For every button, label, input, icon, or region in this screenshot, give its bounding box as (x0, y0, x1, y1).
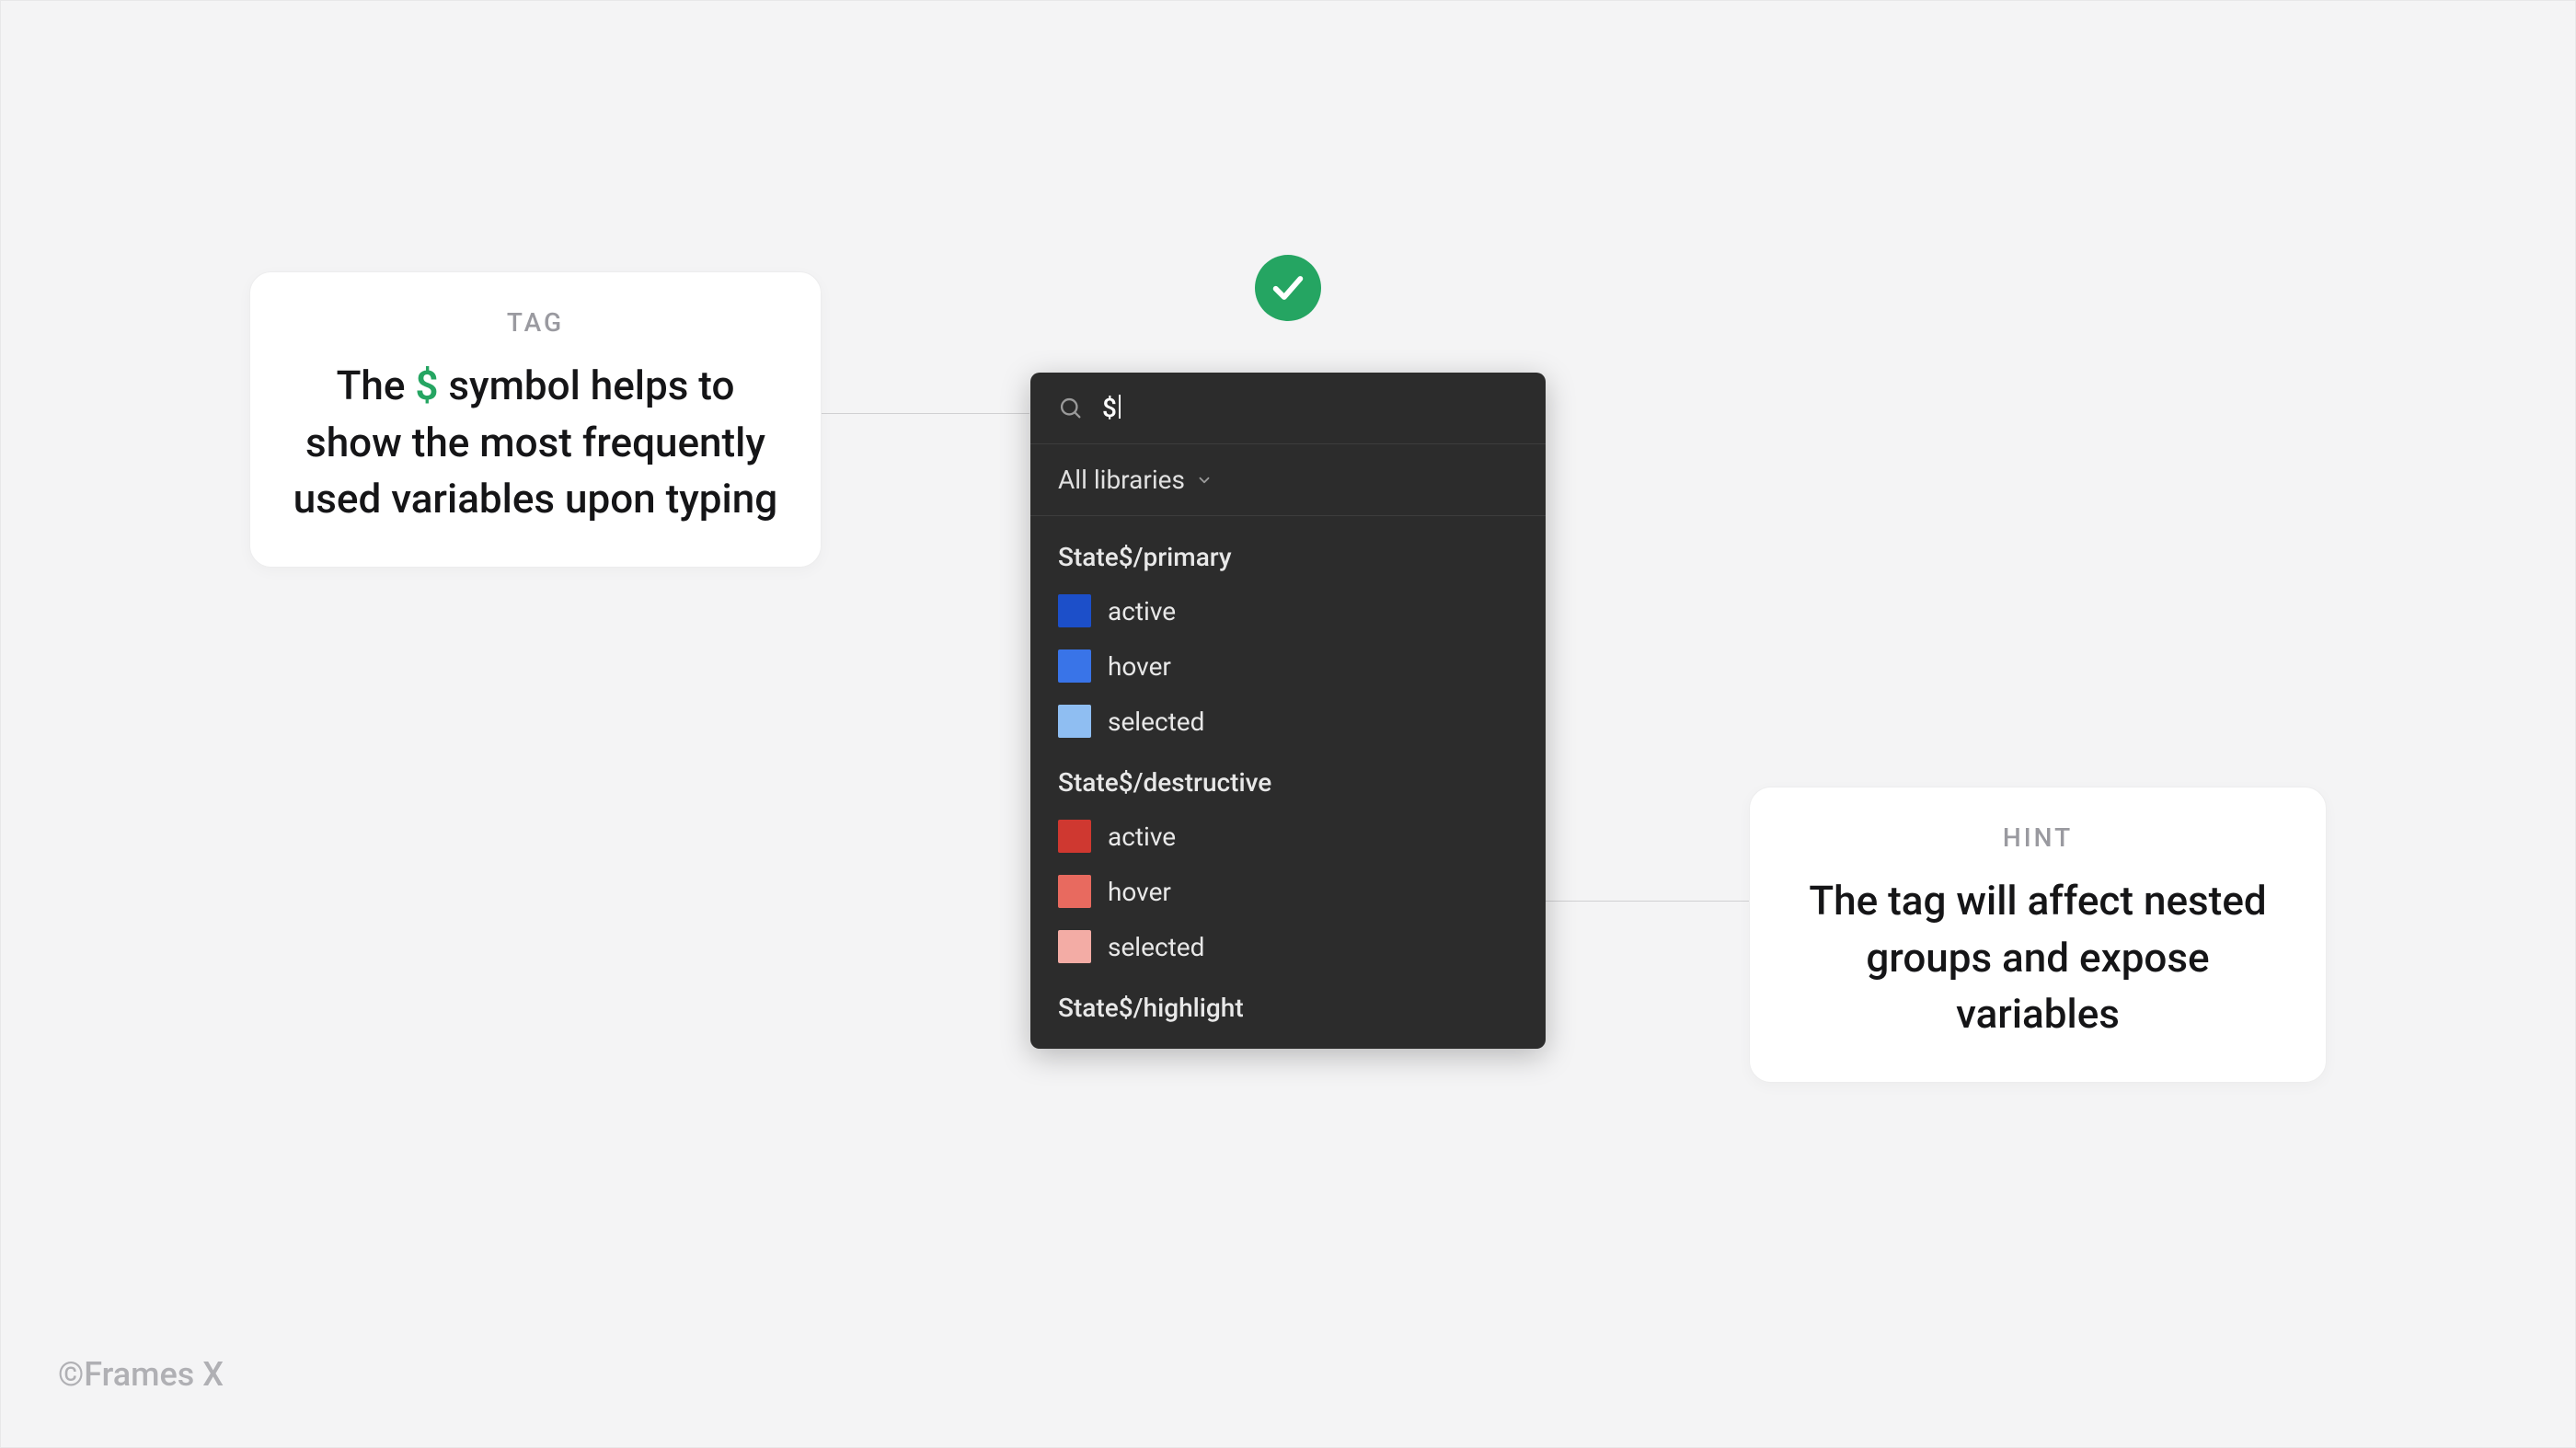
variable-name: active (1108, 822, 1176, 852)
variable-row[interactable]: selected (1030, 694, 1546, 749)
dollar-symbol: $ (415, 362, 438, 409)
variable-group-header: State$/destructive (1030, 749, 1546, 809)
canvas: TAG The $ symbol helps to show the most … (0, 0, 2576, 1448)
color-swatch (1058, 820, 1091, 853)
callout-tag-label: TAG (287, 307, 784, 338)
callout-hint-text: The tag will affect nested groups and ex… (1787, 873, 2289, 1043)
variable-row[interactable]: hover (1030, 638, 1546, 694)
picker-body: State$/primary active hover selected State$/… (1030, 516, 1546, 1049)
library-filter-label: All libraries (1058, 465, 1185, 495)
color-swatch (1058, 649, 1091, 683)
color-swatch (1058, 705, 1091, 738)
variable-name: hover (1108, 651, 1171, 682)
library-filter[interactable]: All libraries (1030, 444, 1546, 516)
callout-text-before: The (337, 362, 416, 409)
variable-row[interactable]: active (1030, 809, 1546, 864)
watermark: ©Frames X (58, 1355, 224, 1394)
color-swatch (1058, 930, 1091, 963)
variable-row[interactable]: selected (1030, 919, 1546, 974)
variable-row[interactable]: active (1030, 583, 1546, 638)
variable-name: hover (1108, 877, 1171, 907)
search-icon (1058, 396, 1084, 421)
callout-hint-label: HINT (1787, 822, 2289, 853)
callout-hint: HINT The tag will affect nested groups a… (1749, 787, 2327, 1083)
variable-name: selected (1108, 707, 1204, 737)
color-swatch (1058, 594, 1091, 627)
variable-name: selected (1108, 932, 1204, 962)
search-input[interactable]: $ (1102, 393, 1117, 423)
color-swatch (1058, 875, 1091, 908)
chevron-down-icon (1196, 472, 1213, 488)
variable-picker-panel: $ All libraries State$/primary active hove… (1030, 373, 1546, 1049)
variable-group-header: State$/highlight (1030, 974, 1546, 1034)
callout-tag: TAG The $ symbol helps to show the most … (249, 271, 822, 568)
variable-group-header: State$/primary (1030, 523, 1546, 583)
check-icon (1270, 270, 1306, 306)
variable-row[interactable]: hover (1030, 864, 1546, 919)
check-badge (1255, 255, 1321, 321)
connector-line-right (1544, 901, 1752, 902)
search-row[interactable]: $ (1030, 373, 1546, 444)
connector-line-left (820, 413, 1029, 414)
variable-name: active (1108, 596, 1176, 626)
callout-tag-text: The $ symbol helps to show the most freq… (287, 358, 784, 528)
